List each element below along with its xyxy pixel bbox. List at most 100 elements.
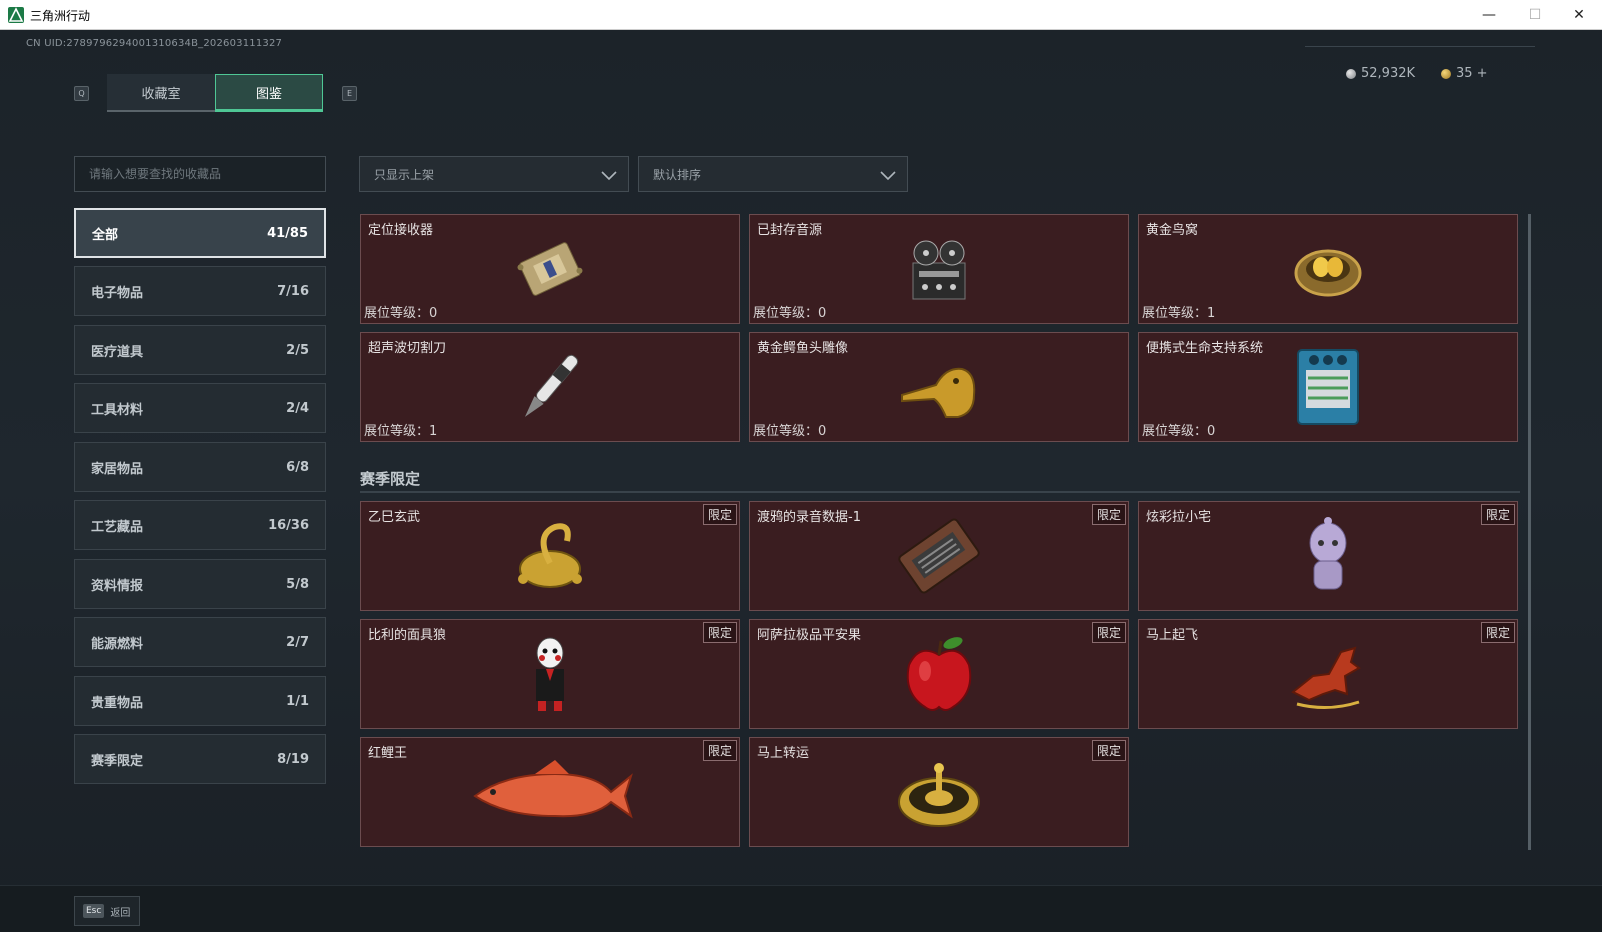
maximize-button[interactable]: ☐ — [1512, 0, 1558, 30]
tab-codex[interactable]: 图鉴 — [215, 74, 323, 112]
key-hint-q: Q — [74, 86, 89, 101]
bottom-bar: Esc 返回 — [0, 885, 1602, 932]
shelf-filter-dropdown[interactable]: 只显示上架 — [359, 156, 629, 192]
item-name: 阿萨拉极品平安果 — [757, 628, 862, 643]
game-view: CN UID:2789796294001310634B_202603111327… — [0, 30, 1602, 932]
sort-dropdown[interactable]: 默认排序 — [638, 156, 908, 192]
display-level: 展位等级：0 — [753, 424, 827, 439]
category-energy[interactable]: 能源燃料 2/7 — [74, 617, 326, 667]
item-name: 黄金鳄鱼头雕像 — [757, 341, 849, 356]
minimize-button[interactable]: — — [1466, 0, 1512, 30]
item-name: 比利的面具狼 — [368, 628, 447, 643]
chevron-down-icon — [880, 171, 896, 181]
season-item-card[interactable]: 乙巳玄武 限定 — [360, 501, 740, 611]
chevron-down-icon — [601, 171, 617, 181]
category-count: 8/19 — [277, 751, 309, 767]
key-hint-e: E — [342, 86, 357, 101]
silver-currency: 52,932K — [1346, 66, 1415, 81]
limited-badge: 限定 — [1091, 740, 1126, 761]
ultrasonic-knife-icon — [524, 354, 579, 417]
item-card[interactable]: 黄金鳄鱼头雕像 展位等级：0 — [749, 332, 1129, 442]
gold-currency[interactable]: 35 + — [1441, 66, 1488, 81]
category-label: 工艺藏品 — [91, 519, 144, 535]
silver-coin-icon — [1346, 68, 1356, 79]
display-level: 展位等级：1 — [364, 424, 438, 439]
window-title: 三角洲行动 — [30, 9, 91, 23]
category-intel[interactable]: 资料情报 5/8 — [74, 559, 326, 609]
item-name: 渡鸦的录音数据-1 — [757, 510, 861, 525]
item-name: 便携式生命支持系统 — [1146, 341, 1264, 356]
tab-collection-room[interactable]: 收藏室 — [107, 74, 215, 112]
item-card[interactable]: 超声波切割刀 展位等级：1 — [360, 332, 740, 442]
back-label: 返回 — [110, 907, 131, 919]
item-card[interactable]: 定位接收器 展位等级：0 — [360, 214, 740, 324]
gold-wheel-icon — [898, 763, 980, 827]
cassette-icon — [898, 518, 980, 594]
golden-nest-icon — [1294, 249, 1362, 297]
display-level: 展位等级：1 — [1142, 306, 1216, 321]
back-button[interactable]: Esc 返回 — [74, 896, 140, 926]
season-item-card[interactable]: 马上起飞 限定 — [1138, 619, 1518, 729]
category-label: 工具材料 — [91, 402, 144, 418]
category-label: 贵重物品 — [91, 695, 144, 711]
limited-badge: 限定 — [702, 504, 737, 525]
item-card[interactable]: 便携式生命支持系统 展位等级：0 — [1138, 332, 1518, 442]
red-apple-icon — [906, 637, 972, 711]
category-tools[interactable]: 工具材料 2/4 — [74, 383, 326, 433]
sort-value: 默认排序 — [653, 167, 702, 182]
display-level: 展位等级：0 — [753, 306, 827, 321]
category-label: 医疗道具 — [91, 344, 144, 360]
app-logo-icon — [8, 7, 24, 23]
limited-badge: 限定 — [1480, 504, 1515, 525]
uid-label: CN UID:2789796294001310634B_202603111327 — [26, 38, 283, 49]
category-count: 1/1 — [286, 693, 309, 709]
category-count: 16/36 — [268, 517, 309, 533]
category-household[interactable]: 家居物品 6/8 — [74, 442, 326, 492]
item-name: 超声波切割刀 — [368, 341, 447, 356]
scrollbar-thumb[interactable] — [1528, 214, 1531, 850]
puppet-icon — [536, 637, 564, 711]
limited-badge: 限定 — [1091, 504, 1126, 525]
category-electronics[interactable]: 电子物品 7/16 — [74, 266, 326, 316]
item-name: 乙巳玄武 — [368, 510, 421, 525]
category-season[interactable]: 赛季限定 8/19 — [74, 734, 326, 784]
shelf-filter-value: 只显示上架 — [374, 167, 435, 182]
season-item-card[interactable]: 炫彩拉小宅 限定 — [1138, 501, 1518, 611]
season-item-card[interactable]: 比利的面具狼 限定 — [360, 619, 740, 729]
season-item-card[interactable]: 红鲤王 限定 — [360, 737, 740, 847]
item-name: 黄金鸟窝 — [1146, 223, 1199, 238]
limited-badge: 限定 — [1480, 622, 1515, 643]
season-item-card[interactable]: 马上转运 限定 — [749, 737, 1129, 847]
category-label: 资料情报 — [91, 578, 144, 594]
category-count: 41/85 — [267, 225, 308, 241]
category-crafts[interactable]: 工艺藏品 16/36 — [74, 500, 326, 550]
category-count: 2/5 — [286, 342, 309, 358]
display-level: 展位等级：0 — [364, 306, 438, 321]
header-divider — [1305, 46, 1535, 47]
section-title: 赛季限定 — [360, 470, 421, 488]
category-all[interactable]: 全部 41/85 — [74, 208, 326, 258]
category-count: 2/4 — [286, 400, 309, 416]
doll-icon — [1309, 517, 1347, 590]
item-card[interactable]: 已封存音源 展位等级：0 — [749, 214, 1129, 324]
item-card[interactable]: 黄金鸟窝 展位等级：1 — [1138, 214, 1518, 324]
red-carp-icon — [473, 760, 633, 819]
red-horse-icon — [1291, 646, 1361, 709]
limited-badge: 限定 — [702, 622, 737, 643]
season-item-card[interactable]: 渡鸦的录音数据-1 限定 — [749, 501, 1129, 611]
search-input[interactable] — [75, 157, 325, 191]
window-titlebar: 三角洲行动 — ☐ ✕ — [0, 0, 1602, 30]
category-valuables[interactable]: 贵重物品 1/1 — [74, 676, 326, 726]
limited-badge: 限定 — [1091, 622, 1126, 643]
item-name: 已封存音源 — [757, 223, 823, 238]
close-button[interactable]: ✕ — [1556, 0, 1602, 30]
category-label: 能源燃料 — [91, 636, 144, 652]
category-label: 赛季限定 — [91, 753, 144, 769]
item-name: 炫彩拉小宅 — [1146, 510, 1212, 525]
life-support-icon — [1297, 349, 1359, 425]
category-count: 5/8 — [286, 576, 309, 592]
season-item-card[interactable]: 阿萨拉极品平安果 限定 — [749, 619, 1129, 729]
gold-turtle-snake-icon — [518, 523, 582, 588]
category-medical[interactable]: 医疗道具 2/5 — [74, 325, 326, 375]
locator-receiver-icon — [517, 242, 583, 296]
